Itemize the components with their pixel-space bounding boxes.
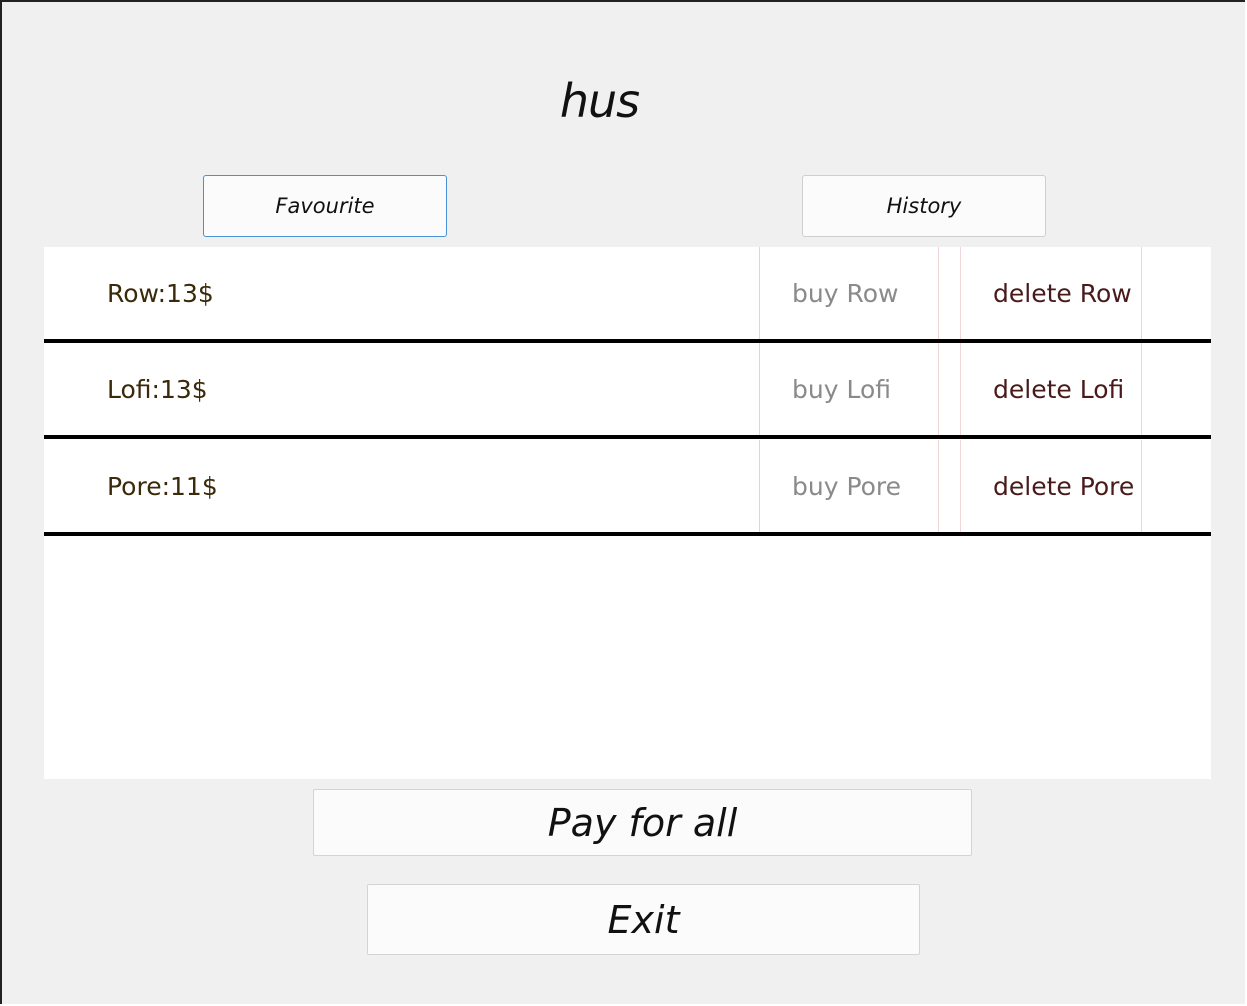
row-separator <box>44 532 1211 536</box>
row-separator <box>44 435 1211 439</box>
list-item: Row:13$ buy Row delete Row <box>44 247 1211 343</box>
app-window: hus Favourite History Row:13$ buy Row de… <box>0 0 1245 1004</box>
page-title: hus <box>559 74 640 128</box>
history-button[interactable]: History <box>802 175 1046 237</box>
delete-button[interactable]: delete Pore <box>960 440 1142 532</box>
item-label: Row:13$ <box>107 278 214 308</box>
exit-button[interactable]: Exit <box>367 884 920 955</box>
delete-button[interactable]: delete Lofi <box>960 343 1142 435</box>
pay-for-all-button[interactable]: Pay for all <box>313 789 972 856</box>
favourite-button[interactable]: Favourite <box>203 175 447 237</box>
buy-button[interactable]: buy Pore <box>759 440 939 532</box>
delete-button[interactable]: delete Row <box>960 247 1142 339</box>
list-item: Lofi:13$ buy Lofi delete Lofi <box>44 343 1211 439</box>
item-label: Pore:11$ <box>107 471 218 501</box>
buy-button[interactable]: buy Lofi <box>759 343 939 435</box>
favourites-list: Row:13$ buy Row delete Row Lofi:13$ buy … <box>44 247 1211 779</box>
list-item: Pore:11$ buy Pore delete Pore <box>44 440 1211 536</box>
buy-button[interactable]: buy Row <box>759 247 939 339</box>
item-label: Lofi:13$ <box>107 374 208 404</box>
